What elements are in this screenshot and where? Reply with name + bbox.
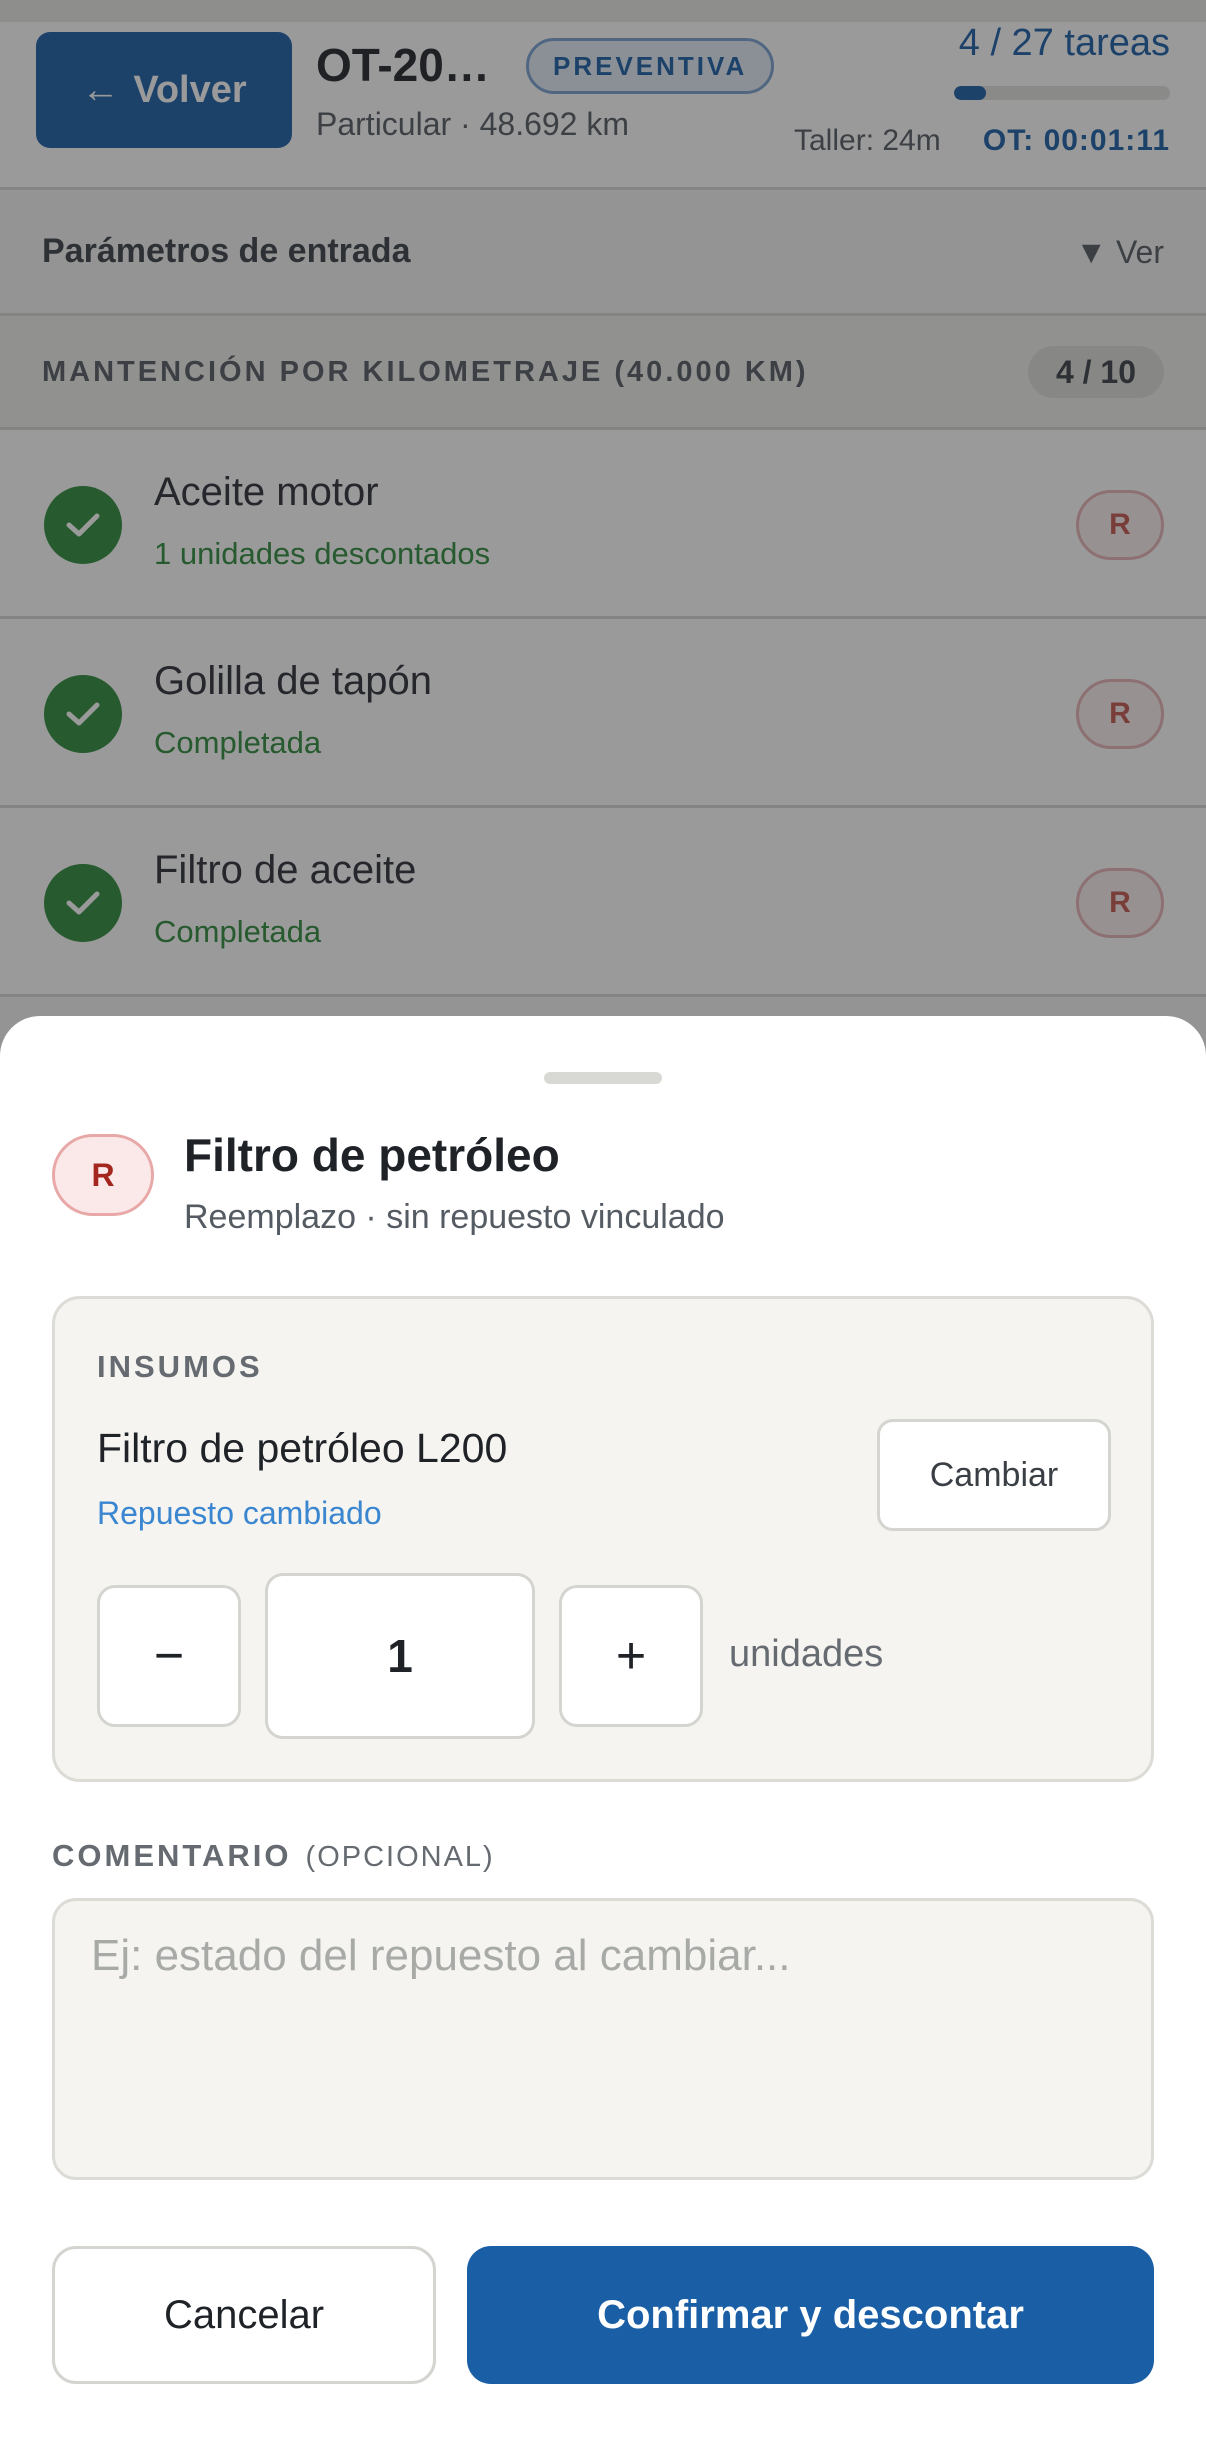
- cancel-button[interactable]: Cancelar: [52, 2246, 436, 2384]
- quantity-increment-button[interactable]: +: [559, 1585, 703, 1727]
- quantity-input[interactable]: 1: [265, 1573, 535, 1739]
- comment-label: COMENTARIO (OPCIONAL): [52, 1838, 495, 1874]
- supplies-label: INSUMOS: [97, 1349, 263, 1384]
- replace-badge: R: [52, 1134, 154, 1216]
- task-bottom-sheet: R Filtro de petróleo Reemplazo · sin rep…: [0, 1016, 1206, 2459]
- confirm-and-deduct-button[interactable]: Confirmar y descontar: [467, 2246, 1154, 2384]
- sheet-drag-handle[interactable]: [544, 1072, 662, 1084]
- comment-label-text: COMENTARIO: [52, 1838, 292, 1873]
- sheet-subtitle: Reemplazo · sin repuesto vinculado: [184, 1198, 725, 1236]
- part-name: Filtro de petróleo L200: [97, 1425, 508, 1471]
- supplies-panel: INSUMOS Filtro de petróleo L200 Repuesto…: [52, 1296, 1154, 1782]
- quantity-decrement-button[interactable]: −: [97, 1585, 241, 1727]
- comment-textarea[interactable]: [52, 1898, 1154, 2180]
- change-part-button[interactable]: Cambiar: [877, 1419, 1111, 1531]
- comment-optional-tag: (OPCIONAL): [305, 1841, 495, 1873]
- quantity-unit-label: unidades: [729, 1633, 884, 1675]
- sheet-title: Filtro de petróleo: [184, 1129, 560, 1181]
- part-changed-link[interactable]: Repuesto cambiado: [97, 1495, 382, 1532]
